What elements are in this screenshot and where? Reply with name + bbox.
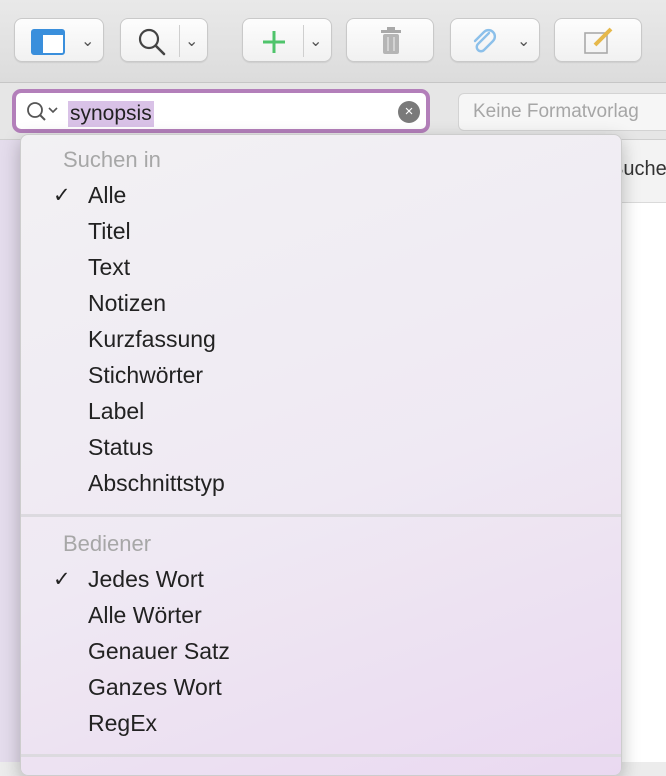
menu-item-label: Stichwörter: [88, 362, 204, 388]
menu-item-titel[interactable]: Titel: [21, 215, 621, 249]
menu-item-label: Label: [88, 398, 145, 424]
menu-separator: [21, 514, 621, 517]
attachment-button[interactable]: ⌄: [450, 18, 540, 62]
menu-item-label: Alle Wörter: [88, 602, 202, 628]
menu-item-label: Text: [88, 254, 131, 280]
sidebar-layout-icon: [31, 29, 65, 55]
trash-icon: [381, 27, 401, 54]
menu-item-label: Status: [88, 434, 154, 460]
menu-item-label: Kurzfassung: [88, 326, 216, 352]
pencil-edit-icon: [584, 27, 613, 54]
menu-header-operator: Bediener: [63, 531, 152, 556]
compose-button[interactable]: [554, 18, 642, 62]
menu-item-jedes-wort[interactable]: ✓ Jedes Wort: [21, 563, 621, 597]
menu-header-search-in: Suchen in: [63, 147, 161, 172]
menu-item-abschnittstyp[interactable]: Abschnittstyp: [21, 467, 621, 501]
menu-item-label: Abschnittstyp: [88, 470, 225, 496]
menu-item-regex[interactable]: RegEx: [21, 707, 621, 741]
menu-item-genauer-satz[interactable]: Genauer Satz: [21, 635, 621, 669]
format-preset-placeholder: Keine Formatvorlag: [473, 101, 639, 122]
menu-item-text[interactable]: Text: [21, 251, 621, 285]
menu-item-label: Genauer Satz: [88, 638, 230, 664]
checkmark-icon: ✓: [53, 568, 71, 591]
plus-icon: [263, 31, 285, 53]
search-field[interactable]: synopsis ×: [12, 89, 430, 133]
clear-search-icon[interactable]: ×: [398, 101, 420, 123]
format-preset-field[interactable]: Keine Formatvorlag: [458, 93, 666, 131]
chevron-down-icon: ⌄: [309, 33, 323, 50]
menu-item-label: Titel: [88, 218, 131, 244]
menu-item-label: Alle: [88, 182, 127, 208]
menu-item-status[interactable]: Status: [21, 431, 621, 465]
search-menu-button[interactable]: ⌄: [120, 18, 208, 62]
menu-item-notizen[interactable]: Notizen: [21, 287, 621, 321]
menu-item-ganzes-wort[interactable]: Ganzes Wort: [21, 671, 621, 705]
menu-item-stichwoerter[interactable]: Stichwörter: [21, 359, 621, 393]
menu-item-label: Ganzes Wort: [88, 674, 222, 700]
add-button[interactable]: ⌄: [242, 18, 332, 62]
menu-item-label: Notizen: [88, 290, 166, 316]
chevron-down-icon: ⌄: [81, 33, 95, 50]
search-options-menu: Suchen in ✓ Alle Titel Text Notizen Kurz…: [20, 134, 622, 776]
menu-item-label: RegEx: [88, 710, 158, 736]
menu-item-kurzfassung[interactable]: Kurzfassung: [21, 323, 621, 357]
menu-separator: [21, 754, 621, 757]
menu-item-label: Jedes Wort: [88, 566, 204, 592]
toolbar: ⌄ ⌄ ⌄ ⌄: [0, 0, 666, 83]
delete-button[interactable]: [346, 18, 434, 62]
menu-item-label-option[interactable]: Label: [21, 395, 621, 429]
menu-item-alle-woerter[interactable]: Alle Wörter: [21, 599, 621, 633]
checkmark-icon: ✓: [53, 184, 71, 207]
search-options-icon[interactable]: [26, 101, 62, 123]
chevron-down-icon: ⌄: [517, 33, 531, 50]
paperclip-icon: [473, 29, 496, 53]
search-bar-row: synopsis × Keine Formatvorlag: [0, 83, 666, 140]
binder-background: [0, 140, 22, 762]
search-input[interactable]: synopsis: [68, 101, 154, 127]
chevron-down-icon: ⌄: [185, 33, 199, 50]
menu-item-alle[interactable]: ✓ Alle: [21, 179, 621, 213]
view-mode-button[interactable]: ⌄: [14, 18, 104, 62]
magnifier-icon: [138, 28, 166, 56]
